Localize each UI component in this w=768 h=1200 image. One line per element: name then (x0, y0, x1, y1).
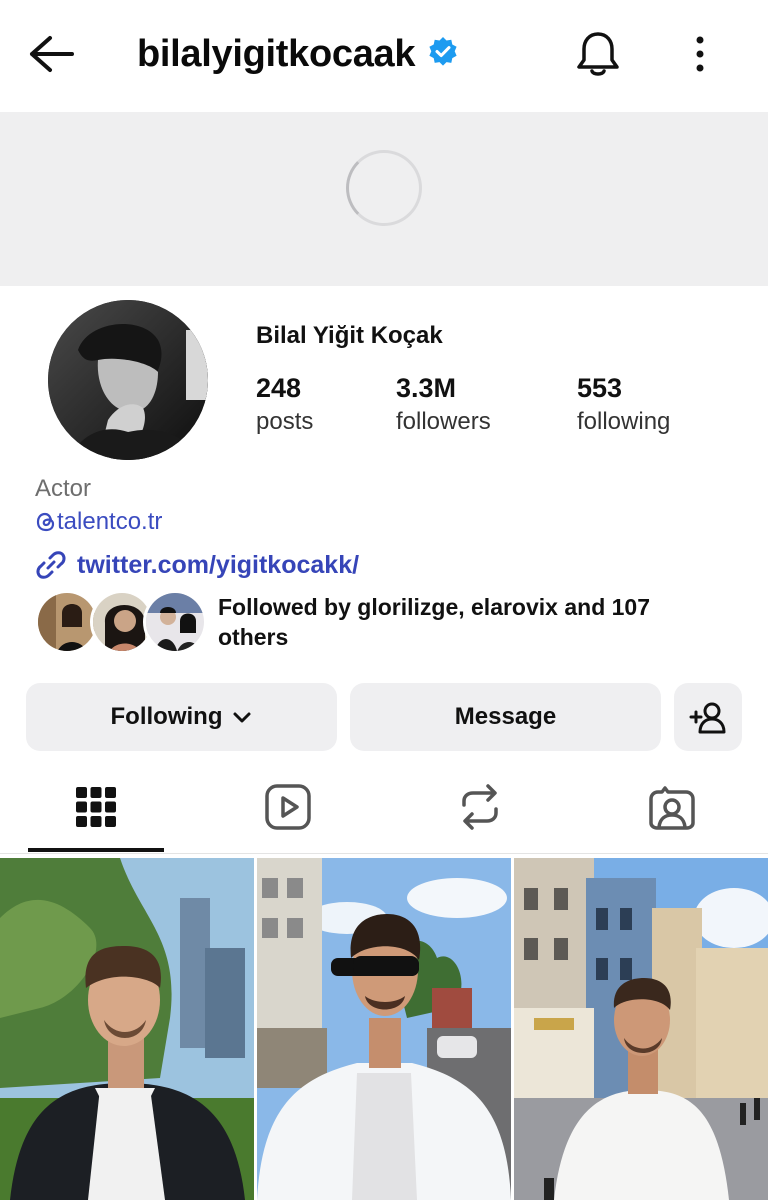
posts-grid (0, 858, 768, 1200)
post-thumbnail[interactable] (0, 858, 254, 1200)
link-icon (35, 549, 67, 581)
grid-icon (76, 787, 116, 827)
threads-handle: talentco.tr (57, 508, 163, 535)
top-bar: bilalyigitkocaak (0, 0, 768, 112)
external-link-text: twitter.com/yigitkocakk/ (77, 550, 360, 579)
profile-category: Actor (35, 475, 92, 502)
chevron-down-icon (232, 710, 252, 724)
tab-reels[interactable] (192, 760, 384, 854)
profile-tabs (0, 760, 768, 854)
loading-spinner-icon (346, 150, 422, 226)
reposts-icon (458, 783, 502, 831)
suggest-people-button[interactable] (674, 683, 742, 751)
followed-by-row[interactable]: Followed by glorilizge, elarovix and 107… (35, 590, 735, 660)
add-person-icon (688, 700, 728, 734)
message-button-label: Message (454, 703, 557, 730)
following-button[interactable]: Following (26, 683, 337, 751)
followed-by-text: Followed by glorilizge, elarovix and 107… (218, 594, 651, 650)
profile-external-link[interactable]: twitter.com/yigitkocakk/ (35, 549, 359, 581)
stat-following[interactable]: 553 following (577, 372, 670, 440)
following-button-label: Following (110, 703, 223, 730)
username: bilalyigitkocaak (137, 32, 416, 75)
profile-avatar[interactable] (48, 300, 208, 460)
tagged-icon (648, 783, 696, 831)
mutual-avatar (143, 590, 207, 654)
stat-value: 248 (256, 373, 302, 403)
post-thumbnail[interactable] (257, 858, 511, 1200)
threads-icon (35, 510, 57, 534)
stat-value: 553 (577, 373, 623, 403)
tab-posts-grid[interactable] (0, 760, 192, 854)
back-arrow-icon[interactable] (24, 30, 78, 78)
stat-label: followers (396, 408, 491, 435)
stat-posts[interactable]: 248 posts (256, 372, 313, 440)
stat-followers[interactable]: 3.3M followers (396, 372, 491, 440)
threads-link[interactable]: talentco.tr (35, 508, 162, 536)
verified-badge-icon (427, 36, 459, 73)
stat-value: 3.3M (396, 373, 457, 403)
profile-full-name: Bilal Yiğit Koçak (256, 322, 443, 349)
post-thumbnail[interactable] (514, 858, 768, 1200)
more-options-icon[interactable] (684, 30, 716, 78)
profile-username-header: bilalyigitkocaak (137, 30, 459, 78)
stat-label: following (577, 408, 671, 435)
stat-label: posts (256, 408, 314, 435)
active-tab-indicator (28, 848, 164, 852)
tab-tagged[interactable] (576, 760, 768, 854)
message-button[interactable]: Message (350, 683, 661, 751)
tab-reposts[interactable] (384, 760, 576, 854)
notifications-bell-icon[interactable] (573, 28, 623, 80)
reels-icon (264, 783, 312, 831)
